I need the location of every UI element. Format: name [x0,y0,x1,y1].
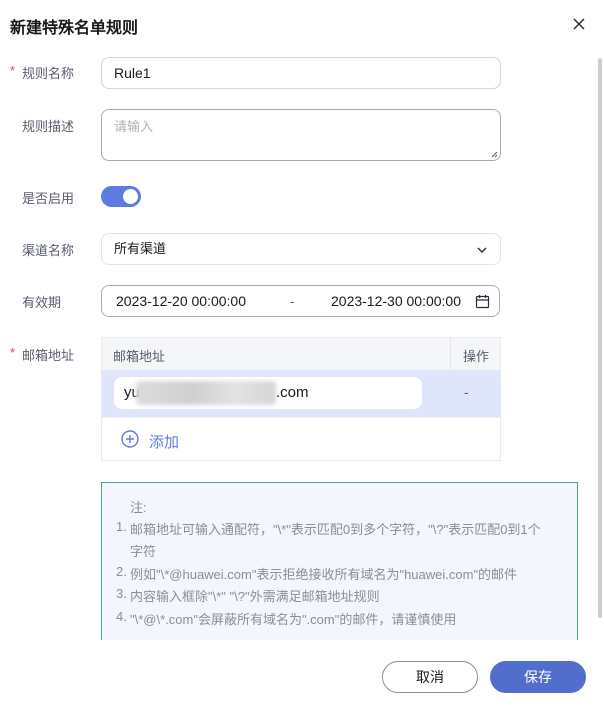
redacted-text [136,381,276,405]
channel-label: 渠道名称 [22,243,75,258]
toggle-knob [123,189,138,204]
validity-end[interactable]: 2023-12-30 00:00:00 [331,286,461,316]
range-separator: - [290,293,295,309]
notice-text: "\*@\*.com"会屏蔽所有域名为".com"的邮件，请谨慎使用 [130,612,457,627]
enabled-toggle[interactable] [101,186,141,207]
chevron-down-icon [477,247,487,253]
notice-head: 注: [130,500,147,515]
column-divider [450,338,451,370]
table-header: 邮箱地址 操作 [102,338,500,370]
notice-num: 3. [116,586,127,601]
col-email: 邮箱地址 [113,349,166,364]
rule-name-label: 规则名称 [22,66,75,81]
table-row: yu .com - [102,370,500,417]
cancel-button[interactable]: 取消 [382,661,478,693]
validity-label: 有效期 [22,295,62,310]
col-action: 操作 [463,349,490,364]
save-button[interactable]: 保存 [490,661,586,693]
notice-num: 2. [116,564,127,579]
rule-desc-textarea[interactable]: 请输入 [101,109,501,161]
notice-num: 1. [116,519,127,534]
notice-box: 注: 1. 邮箱地址可输入通配符，"\*"表示匹配0到多个字符，"\?"表示匹配… [101,482,578,652]
dialog-footer: 取消 保存 [0,640,598,711]
add-email-button[interactable]: 添加 [102,417,500,461]
email-domain: .com [276,384,309,401]
required-mark: * [10,345,16,360]
email-input[interactable]: yu .com [114,377,422,409]
rule-desc-placeholder: 请输入 [114,119,154,134]
rule-dialog: 新建特殊名单规则 * 规则名称 Rule1 规则描述 请输入 是否启用 渠道名称… [0,0,604,711]
plus-circle-icon [121,430,139,448]
rule-desc-label: 规则描述 [22,119,75,134]
close-icon[interactable] [569,14,589,34]
validity-start[interactable]: 2023-12-20 00:00:00 [116,286,246,316]
add-label: 添加 [149,434,180,451]
notice-text: 邮箱地址可输入通配符，"\*"表示匹配0到多个字符，"\?"表示匹配0到1个 [130,522,541,537]
email-table: 邮箱地址 操作 yu .com - 添加 [101,337,501,461]
enabled-label: 是否启用 [22,191,75,206]
rule-name-input[interactable]: Rule1 [101,57,501,89]
required-mark: * [10,63,16,78]
scrollbar[interactable] [598,58,602,618]
notice-num: 4. [116,609,127,624]
email-label: 邮箱地址 [22,348,75,363]
channel-value: 所有渠道 [114,241,167,256]
notice-text: 字符 [130,544,157,559]
notice-text: 例如"\*@huawei.com"表示拒绝接收所有域名为"huawei.com"… [130,567,518,582]
channel-select[interactable]: 所有渠道 [101,233,501,265]
dialog-title: 新建特殊名单规则 [10,20,139,37]
validity-range-picker[interactable]: 2023-12-20 00:00:00 - 2023-12-30 00:00:0… [101,285,500,317]
resize-grip-icon[interactable] [490,150,498,158]
calendar-icon[interactable] [475,294,490,309]
notice-text: 内容输入框除"\*" "\?"外需满足邮箱地址规则 [130,589,380,604]
row-action: - [464,384,469,400]
